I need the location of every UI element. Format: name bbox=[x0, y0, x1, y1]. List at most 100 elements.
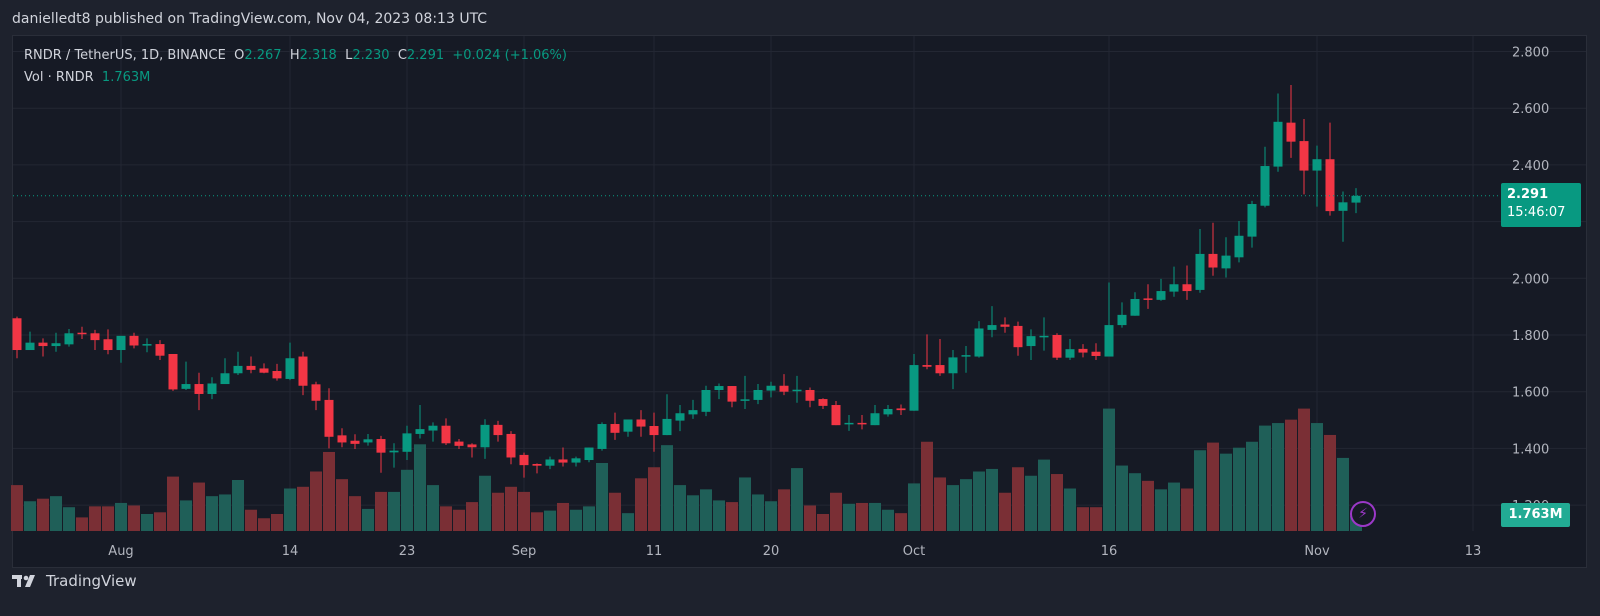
volume-bar bbox=[908, 483, 920, 531]
volume-bar bbox=[1181, 488, 1193, 531]
price-axis[interactable]: 2.8002.6002.4002.2002.0001.8001.6001.400… bbox=[1512, 46, 1549, 515]
candle-body bbox=[1260, 166, 1270, 206]
volume-label[interactable]: Vol · RNDR bbox=[24, 70, 94, 85]
volume-bar bbox=[739, 477, 751, 531]
low-value: 2.230 bbox=[352, 48, 390, 63]
high-value: 2.318 bbox=[299, 48, 337, 63]
volume-bar bbox=[1259, 425, 1271, 531]
volume-bar bbox=[895, 513, 907, 531]
candle-body bbox=[129, 335, 139, 346]
last-price: 2.291 bbox=[1507, 187, 1549, 202]
volume-bar bbox=[505, 486, 517, 531]
volume-bar bbox=[999, 492, 1011, 531]
volume-bar bbox=[128, 505, 140, 531]
candle-body bbox=[1065, 349, 1075, 358]
candle-body bbox=[1234, 235, 1244, 258]
volume-bar bbox=[1272, 423, 1284, 531]
candle-body bbox=[194, 384, 204, 394]
volume-bar bbox=[50, 496, 62, 531]
volume-bar bbox=[570, 509, 582, 531]
volume-bar bbox=[193, 482, 205, 531]
volume-bar bbox=[1324, 434, 1336, 531]
candle-body bbox=[532, 463, 542, 466]
candle-body bbox=[493, 424, 503, 436]
volume-bar bbox=[882, 509, 894, 531]
candle-body bbox=[142, 344, 152, 346]
volume-bar bbox=[1285, 419, 1297, 531]
volume-bar bbox=[687, 495, 699, 531]
candle-body bbox=[714, 386, 724, 390]
candle-body bbox=[181, 384, 191, 389]
volume-bar bbox=[947, 485, 959, 531]
candle-body bbox=[584, 447, 594, 461]
change-value: +0.024 (+1.06%) bbox=[452, 48, 567, 63]
candle-body bbox=[103, 339, 113, 351]
candle-body bbox=[1286, 122, 1296, 142]
volume-bar bbox=[1220, 453, 1232, 531]
candle-body bbox=[792, 389, 802, 392]
candle-body bbox=[779, 385, 789, 392]
candle-body bbox=[883, 408, 893, 415]
candle-body bbox=[480, 424, 490, 448]
open-value: 2.267 bbox=[244, 48, 282, 63]
time-tick-label: 13 bbox=[1465, 544, 1482, 559]
brand-name: TradingView bbox=[46, 572, 137, 590]
time-tick-label: 11 bbox=[646, 544, 663, 559]
volume-bar bbox=[817, 514, 829, 531]
volume-bar bbox=[869, 502, 881, 531]
volume-bar bbox=[661, 445, 673, 531]
volume-bar bbox=[245, 509, 257, 531]
volume-bar bbox=[1051, 474, 1063, 531]
candle-body bbox=[1026, 336, 1036, 347]
volume-bar bbox=[726, 502, 738, 531]
volume-bar bbox=[986, 468, 998, 531]
volume-bar bbox=[167, 476, 179, 531]
last-price-tag: 2.291 15:46:07 bbox=[1501, 183, 1581, 227]
volume-bar bbox=[11, 485, 23, 531]
candle-body bbox=[519, 454, 529, 466]
candle-body bbox=[766, 385, 776, 391]
candle-body bbox=[571, 458, 581, 463]
volume-bar bbox=[219, 494, 231, 531]
candle-body bbox=[220, 373, 230, 385]
candle-body bbox=[558, 459, 568, 463]
volume-bar bbox=[856, 502, 868, 531]
candle-body bbox=[896, 408, 906, 411]
time-tick-label: Aug bbox=[108, 544, 133, 559]
candle-body bbox=[922, 365, 932, 367]
candle-body bbox=[207, 383, 217, 394]
candle-body bbox=[1117, 314, 1127, 326]
candle-body bbox=[363, 439, 373, 443]
volume-bar bbox=[440, 506, 452, 531]
candle-body bbox=[935, 365, 945, 374]
candles bbox=[12, 84, 1361, 478]
candle-body bbox=[90, 333, 100, 341]
time-axis[interactable]: Aug 14 23 Sep 11 20 Oct 16 Nov 13 bbox=[108, 544, 1481, 559]
candle-body bbox=[1273, 121, 1283, 167]
volume-bar bbox=[102, 506, 114, 531]
candle-body bbox=[610, 424, 620, 433]
candle-body bbox=[974, 328, 984, 357]
candle-body bbox=[233, 365, 243, 374]
symbol-title[interactable]: RNDR / TetherUS, 1D, BINANCE bbox=[24, 48, 226, 63]
volume-bar bbox=[141, 514, 153, 531]
volume-bar bbox=[635, 478, 647, 531]
footer-brand[interactable]: TradingView bbox=[12, 572, 137, 590]
volume-bar bbox=[271, 514, 283, 531]
candle-body bbox=[909, 365, 919, 411]
candle-body bbox=[805, 389, 815, 401]
lightning-icon[interactable]: ⚡ bbox=[1350, 501, 1376, 527]
volume-bar bbox=[1077, 507, 1089, 531]
candle-body bbox=[116, 335, 126, 351]
volume-bar bbox=[752, 494, 764, 531]
volume-bar bbox=[648, 467, 660, 531]
candle-body bbox=[25, 342, 35, 351]
volume-bar bbox=[1012, 467, 1024, 531]
candle-body bbox=[350, 440, 360, 444]
candle-body bbox=[311, 384, 321, 401]
volume-bar bbox=[466, 502, 478, 531]
time-tick-label: 23 bbox=[399, 544, 416, 559]
candle-body bbox=[753, 389, 763, 400]
volume-bar bbox=[63, 507, 75, 531]
time-tick-label: 20 bbox=[763, 544, 780, 559]
